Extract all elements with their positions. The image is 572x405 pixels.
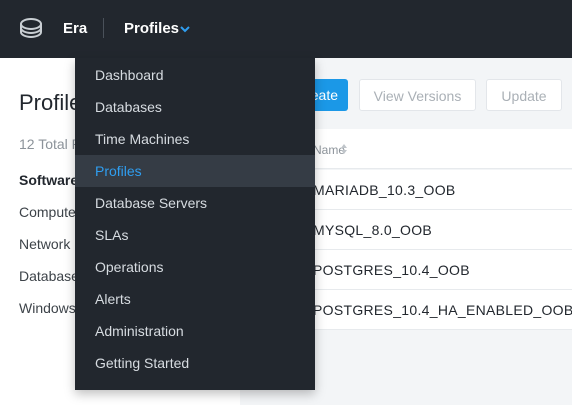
section-switcher[interactable]: Profiles [124,20,179,37]
profile-name: POSTGRES_10.4_HA_ENABLED_OOB [313,302,572,318]
sidebar-item-network[interactable]: Network [19,236,70,252]
navigation-dropdown-menu: Dashboard Databases Time Machines Profil… [75,58,315,390]
menu-item-databases[interactable]: Databases [75,91,315,123]
sort-icon[interactable] [340,143,348,155]
view-versions-button[interactable]: View Versions [359,79,476,111]
era-logo-icon[interactable] [19,16,43,40]
profile-name: MYSQL_8.0_OOB [313,222,433,238]
chevron-down-icon[interactable] [179,24,191,34]
menu-item-slas[interactable]: SLAs [75,219,315,251]
menu-item-profiles[interactable]: Profiles [75,155,315,187]
menu-item-label: Profiles [95,163,142,179]
sidebar-item-compute[interactable]: Compute [19,204,76,220]
menu-item-label: SLAs [95,227,129,243]
menu-item-label: Administration [95,323,184,339]
sidebar-item-software[interactable]: Software [19,172,78,188]
top-navigation-bar: Era Profiles [0,0,572,58]
menu-item-database-servers[interactable]: Database Servers [75,187,315,219]
sidebar-item-windows[interactable]: Windows [19,300,76,316]
menu-item-label: Database Servers [95,195,208,211]
profile-name: MARIADB_10.3_OOB [313,182,456,198]
menu-item-label: Getting Started [95,355,190,371]
menu-item-label: Operations [95,259,164,275]
app-name: Era [63,20,88,37]
sidebar-item-database[interactable]: Database [19,268,79,284]
menu-item-alerts[interactable]: Alerts [75,283,315,315]
menu-item-dashboard[interactable]: Dashboard [75,59,315,91]
topbar-divider [103,18,104,38]
menu-item-getting-started[interactable]: Getting Started [75,347,315,379]
menu-item-time-machines[interactable]: Time Machines [75,123,315,155]
menu-item-label: Databases [95,99,162,115]
menu-item-administration[interactable]: Administration [75,315,315,347]
menu-item-label: Dashboard [95,67,164,83]
menu-item-label: Alerts [95,291,131,307]
profile-name: POSTGRES_10.4_OOB [313,262,470,278]
update-button[interactable]: Update [486,79,562,111]
menu-item-label: Time Machines [95,131,190,147]
menu-item-operations[interactable]: Operations [75,251,315,283]
